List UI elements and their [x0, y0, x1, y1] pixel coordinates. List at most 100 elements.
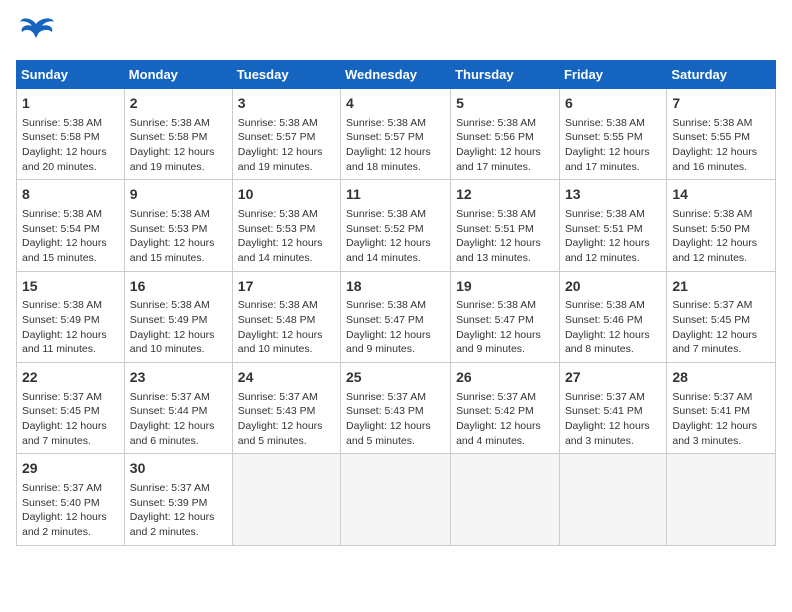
sunset-text: Sunset: 5:51 PM	[456, 223, 534, 235]
sunrise-text: Sunrise: 5:38 AM	[672, 208, 752, 220]
day-number: 5	[456, 94, 554, 114]
header-cell-tuesday: Tuesday	[232, 61, 340, 89]
sunset-text: Sunset: 5:41 PM	[565, 405, 643, 417]
sunset-text: Sunset: 5:54 PM	[22, 223, 100, 235]
calendar-cell: 18Sunrise: 5:38 AMSunset: 5:47 PMDayligh…	[341, 271, 451, 362]
daylight-text: Daylight: 12 hours and 2 minutes.	[22, 511, 107, 538]
sunset-text: Sunset: 5:53 PM	[238, 223, 316, 235]
daylight-text: Daylight: 12 hours and 13 minutes.	[456, 237, 541, 264]
calendar-week-row: 1 Sunrise: 5:38 AM Sunset: 5:58 PM Daylight…	[17, 89, 776, 180]
daylight-text: Daylight: 12 hours and 5 minutes.	[238, 420, 323, 447]
daylight-text: Daylight: 12 hours and 18 minutes.	[346, 146, 431, 173]
sunset-text: Sunset: 5:45 PM	[22, 405, 100, 417]
day-number: 22	[22, 368, 119, 388]
sunset-text: Sunset: 5:41 PM	[672, 405, 750, 417]
calendar-cell: 25 Sunrise: 5:37 AM Sunset: 5:43 PM Dayligh…	[341, 363, 451, 454]
sunrise-text: Sunrise: 5:38 AM	[346, 299, 426, 311]
day-number: 4	[346, 94, 445, 114]
day-number: 13	[565, 185, 661, 205]
sunrise-text: Sunrise: 5:37 AM	[672, 299, 752, 311]
header-row: SundayMondayTuesdayWednesdayThursdayFrid…	[17, 61, 776, 89]
sunset-text: Sunset: 5:43 PM	[238, 405, 316, 417]
header-cell-friday: Friday	[559, 61, 666, 89]
sunrise-text: Sunrise: 5:38 AM	[22, 299, 102, 311]
calendar-cell: 24Sunrise: 5:37 AMSunset: 5:43 PMDayligh…	[232, 363, 340, 454]
sunset-text: Sunset: 5:49 PM	[130, 314, 208, 326]
day-number: 28	[672, 368, 770, 388]
sunset-text: Sunset: 5:57 PM	[238, 131, 316, 143]
sunset-text: Sunset: 5:43 PM	[346, 405, 424, 417]
day-number: 7	[672, 94, 770, 114]
daylight-text: Daylight: 12 hours and 9 minutes.	[456, 329, 541, 356]
page-header	[16, 16, 776, 52]
sunset-text: Sunset: 5:45 PM	[672, 314, 750, 326]
calendar-table: SundayMondayTuesdayWednesdayThursdayFrid…	[16, 60, 776, 546]
calendar-week-row: 22 Sunrise: 5:37 AM Sunset: 5:45 PM Dayligh…	[17, 363, 776, 454]
sunrise-text: Sunrise: 5:37 AM	[346, 391, 426, 403]
sunset-text: Sunset: 5:58 PM	[130, 131, 208, 143]
day-number: 17	[238, 277, 335, 297]
calendar-cell: 22 Sunrise: 5:37 AM Sunset: 5:45 PM Dayligh…	[17, 363, 125, 454]
day-number: 8	[22, 185, 119, 205]
daylight-text: Daylight: 12 hours and 19 minutes.	[130, 146, 215, 173]
calendar-week-row: 15Sunrise: 5:38 AMSunset: 5:49 PMDayligh…	[17, 271, 776, 362]
daylight-text: Daylight: 12 hours and 14 minutes.	[346, 237, 431, 264]
sunset-text: Sunset: 5:55 PM	[565, 131, 643, 143]
day-number: 1	[22, 94, 119, 114]
daylight-text: Daylight: 12 hours and 5 minutes.	[346, 420, 431, 447]
sunrise-text: Sunrise: 5:38 AM	[22, 208, 102, 220]
calendar-cell: 7Sunrise: 5:38 AMSunset: 5:55 PMDaylight…	[667, 89, 776, 180]
day-number: 30	[130, 459, 227, 479]
daylight-text: Daylight: 12 hours and 12 minutes.	[565, 237, 650, 264]
daylight-text: Daylight: 12 hours and 17 minutes.	[456, 146, 541, 173]
day-number: 14	[672, 185, 770, 205]
sunrise-text: Sunrise: 5:37 AM	[22, 391, 102, 403]
sunrise-text: Sunrise: 5:37 AM	[130, 482, 210, 494]
header-cell-monday: Monday	[124, 61, 232, 89]
sunrise-text: Sunrise: 5:37 AM	[22, 482, 102, 494]
sunrise-text: Sunrise: 5:38 AM	[130, 299, 210, 311]
daylight-text: Daylight: 12 hours and 14 minutes.	[238, 237, 323, 264]
daylight-text: Daylight: 12 hours and 6 minutes.	[130, 420, 215, 447]
calendar-cell	[667, 454, 776, 545]
calendar-cell: 15Sunrise: 5:38 AMSunset: 5:49 PMDayligh…	[17, 271, 125, 362]
sunrise-text: Sunrise: 5:38 AM	[672, 117, 752, 129]
daylight-text: Daylight: 12 hours and 10 minutes.	[130, 329, 215, 356]
sunrise-text: Sunrise: 5:37 AM	[130, 391, 210, 403]
day-number: 25	[346, 368, 445, 388]
daylight-text: Daylight: 12 hours and 7 minutes.	[22, 420, 107, 447]
sunset-text: Sunset: 5:39 PM	[130, 497, 208, 509]
sunset-text: Sunset: 5:44 PM	[130, 405, 208, 417]
logo	[16, 16, 60, 52]
day-number: 3	[238, 94, 335, 114]
sunrise-text: Sunrise: 5:37 AM	[456, 391, 536, 403]
day-number: 6	[565, 94, 661, 114]
sunrise-text: Sunrise: 5:38 AM	[346, 117, 426, 129]
sunset-text: Sunset: 5:46 PM	[565, 314, 643, 326]
sunrise-text: Sunrise: 5:38 AM	[238, 299, 318, 311]
calendar-cell: 8Sunrise: 5:38 AMSunset: 5:54 PMDaylight…	[17, 180, 125, 271]
calendar-cell: 6Sunrise: 5:38 AMSunset: 5:55 PMDaylight…	[559, 89, 666, 180]
calendar-cell: 20Sunrise: 5:38 AMSunset: 5:46 PMDayligh…	[559, 271, 666, 362]
calendar-week-row: 8 Sunrise: 5:38 AM Sunset: 5:54 PM Daylight…	[17, 180, 776, 271]
daylight-text: Daylight: 12 hours and 4 minutes.	[456, 420, 541, 447]
sunrise-text: Sunrise: 5:38 AM	[130, 208, 210, 220]
daylight-text: Daylight: 12 hours and 2 minutes.	[130, 511, 215, 538]
day-number: 19	[456, 277, 554, 297]
sunset-text: Sunset: 5:42 PM	[456, 405, 534, 417]
day-number: 26	[456, 368, 554, 388]
day-number: 18	[346, 277, 445, 297]
daylight-text: Daylight: 12 hours and 8 minutes.	[565, 329, 650, 356]
calendar-cell	[232, 454, 340, 545]
daylight-text: Daylight: 12 hours and 3 minutes.	[672, 420, 757, 447]
calendar-cell: 1Sunrise: 5:38 AMSunset: 5:58 PMDaylight…	[17, 89, 125, 180]
header-cell-saturday: Saturday	[667, 61, 776, 89]
day-number: 9	[130, 185, 227, 205]
day-number: 29	[22, 459, 119, 479]
sunrise-text: Sunrise: 5:37 AM	[565, 391, 645, 403]
sunset-text: Sunset: 5:47 PM	[456, 314, 534, 326]
day-number: 27	[565, 368, 661, 388]
day-number: 11	[346, 185, 445, 205]
day-number: 20	[565, 277, 661, 297]
sunset-text: Sunset: 5:52 PM	[346, 223, 424, 235]
